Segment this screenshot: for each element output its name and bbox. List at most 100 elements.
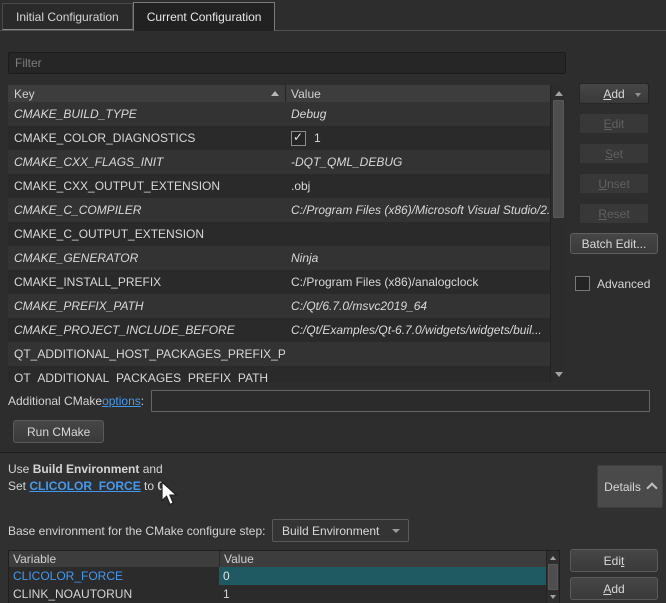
cell-value: C:/Program Files (x86)/Microsoft Visual … (285, 203, 566, 217)
table-header: Key Value (8, 85, 566, 102)
cell-value: C:/Program Files (x86)/analogclock (285, 275, 566, 289)
value-header-label: Value (291, 87, 321, 101)
cell-value: Ninja (285, 251, 566, 265)
scroll-up-icon[interactable] (547, 552, 559, 563)
table-body: CMAKE_BUILD_TYPEDebugCMAKE_COLOR_DIAGNOS… (8, 102, 566, 382)
cell-key: CMAKE_C_COMPILER (8, 203, 285, 217)
chevron-down-icon (635, 93, 641, 97)
advanced-checkbox[interactable] (575, 276, 590, 291)
cell-value: C:/Qt/Examples/Qt-6.7.0/widgets/widgets/… (285, 323, 566, 337)
table-row[interactable]: CMAKE_PREFIX_PATHC:/Qt/6.7.0/msvc2019_64 (8, 294, 566, 318)
cmake-variables-table: Key Value CMAKE_BUILD_TYPEDebugCMAKE_COL… (8, 85, 566, 382)
sort-ascending-icon (271, 91, 279, 96)
table-row[interactable]: CMAKE_PROJECT_INCLUDE_BEFOREC:/Qt/Exampl… (8, 318, 566, 342)
add-button[interactable]: Add (579, 83, 649, 104)
filter-input[interactable] (8, 52, 566, 74)
table-row[interactable]: CMAKE_CXX_FLAGS_INIT-DQT_QML_DEBUG (8, 150, 566, 174)
options-link[interactable]: options (102, 394, 141, 408)
details-button[interactable]: Details (597, 465, 663, 508)
key-header-label: Key (14, 87, 35, 101)
cell-value: Debug (285, 107, 566, 121)
clicolor-force-link[interactable]: CLICOLOR_FORCE (29, 479, 140, 493)
env-table-row[interactable]: CLINK_NOAUTORUN1 (9, 585, 559, 603)
tab-initial-configuration[interactable]: Initial Configuration (2, 3, 133, 30)
env-variable-value[interactable]: 1 (219, 585, 546, 603)
configuration-tab-bar: Initial ConfigurationCurrent Configurati… (0, 0, 666, 31)
table-row[interactable]: CMAKE_COLOR_DIAGNOSTICS✓1 (8, 126, 566, 150)
table-row[interactable]: CMAKE_CXX_OUTPUT_EXTENSION.obj (8, 174, 566, 198)
cell-key: CMAKE_CXX_FLAGS_INIT (8, 155, 285, 169)
run-cmake-button[interactable]: Run CMake (13, 420, 104, 443)
table-scrollbar[interactable] (550, 85, 566, 382)
chevron-up-icon (646, 482, 657, 493)
env-summary-line1: Use Build Environment and (8, 462, 163, 476)
env-table-row[interactable]: CLICOLOR_FORCE0 (9, 567, 559, 585)
cell-key: CMAKE_CXX_OUTPUT_EXTENSION (8, 179, 285, 193)
details-label: Details (604, 480, 641, 494)
env-variables-table: Variable Value CLICOLOR_FORCE0CLINK_NOAU… (8, 550, 560, 603)
cell-key: CMAKE_BUILD_TYPE (8, 107, 285, 121)
unset-button: Unset (579, 173, 649, 194)
options-label-suffix: : (141, 394, 144, 408)
env-table-scrollbar[interactable] (546, 551, 559, 603)
base-env-selected-value: Build Environment (282, 524, 379, 538)
build-environment-text: Build Environment (33, 462, 140, 476)
table-row[interactable]: CMAKE_C_COMPILERC:/Program Files (x86)/M… (8, 198, 566, 222)
table-row[interactable]: CMAKE_GENERATORNinja (8, 246, 566, 270)
scroll-down-icon[interactable] (547, 591, 559, 602)
summary-text: to (141, 479, 158, 493)
table-actions: Add Edit Set Unset Reset Batch Edit... (570, 83, 658, 254)
cell-key: QT_ADDITIONAL_HOST_PACKAGES_PREFIX_PATH (8, 347, 285, 361)
env-variable-name: CLINK_NOAUTORUN (9, 587, 219, 601)
table-row[interactable]: CMAKE_BUILD_TYPEDebug (8, 102, 566, 126)
cell-key: CMAKE_COLOR_DIAGNOSTICS (8, 131, 285, 145)
column-header-variable[interactable]: Variable (9, 551, 219, 567)
scroll-down-icon[interactable] (551, 367, 566, 381)
summary-value: 0 (157, 479, 164, 493)
cell-value: -DQT_QML_DEBUG (285, 155, 566, 169)
column-header-key[interactable]: Key (8, 85, 285, 102)
table-row[interactable]: CMAKE_INSTALL_PREFIXC:/Program Files (x8… (8, 270, 566, 294)
summary-text: Set (8, 479, 29, 493)
edit-env-button[interactable]: Edit (570, 549, 658, 572)
cell-key: CMAKE_PROJECT_INCLUDE_BEFORE (8, 323, 285, 337)
cmake-configuration-panel: Initial ConfigurationCurrent Configurati… (0, 0, 666, 602)
cell-value: .obj (285, 179, 566, 193)
additional-options-row: Additional CMake options : (8, 390, 650, 412)
add-env-button[interactable]: Add (570, 577, 658, 600)
env-table-body: CLICOLOR_FORCE0CLINK_NOAUTORUN1 (9, 567, 559, 603)
cell-key: CMAKE_PREFIX_PATH (8, 299, 285, 313)
cell-key: CMAKE_INSTALL_PREFIX (8, 275, 285, 289)
value-checkbox[interactable]: ✓ (291, 131, 306, 146)
advanced-checkbox-row[interactable]: Advanced (575, 276, 650, 291)
batch-edit-button[interactable]: Batch Edit... (570, 233, 658, 254)
column-header-value[interactable]: Value (285, 85, 566, 102)
set-button: Set (579, 143, 649, 164)
tab-current-configuration[interactable]: Current Configuration (133, 2, 276, 31)
scrollbar-thumb[interactable] (553, 100, 564, 218)
summary-text: and (139, 462, 162, 476)
table-row[interactable]: CMAKE_C_OUTPUT_EXTENSION (8, 222, 566, 246)
reset-button: Reset (579, 203, 649, 224)
env-variable-value[interactable]: 0 (219, 567, 546, 585)
cell-key: CMAKE_GENERATOR (8, 251, 285, 265)
env-table-actions: Edit Add (570, 549, 658, 600)
env-summary-line2: Set CLICOLOR_FORCE to 0 (8, 479, 164, 493)
scroll-up-icon[interactable] (551, 86, 566, 100)
advanced-label: Advanced (597, 277, 650, 291)
summary-text: Use (8, 462, 33, 476)
cell-value: C:/Qt/6.7.0/msvc2019_64 (285, 299, 566, 313)
cell-value: ✓1 (285, 131, 566, 146)
edit-button: Edit (579, 113, 649, 134)
additional-options-input[interactable] (151, 390, 650, 412)
value-header-label: Value (224, 552, 254, 566)
table-row[interactable]: QT_ADDITIONAL_HOST_PACKAGES_PREFIX_PATH (8, 342, 566, 366)
scrollbar-thumb[interactable] (548, 564, 558, 590)
base-env-dropdown[interactable]: Build Environment (272, 519, 409, 542)
chevron-down-icon (392, 529, 400, 533)
options-label-prefix: Additional CMake (8, 394, 102, 408)
column-header-value[interactable]: Value (219, 551, 559, 567)
base-env-label: Base environment for the CMake configure… (8, 524, 265, 538)
table-row[interactable]: QT_ADDITIONAL_PACKAGES_PREFIX_PATH (8, 366, 566, 382)
variable-header-label: Variable (13, 552, 56, 566)
